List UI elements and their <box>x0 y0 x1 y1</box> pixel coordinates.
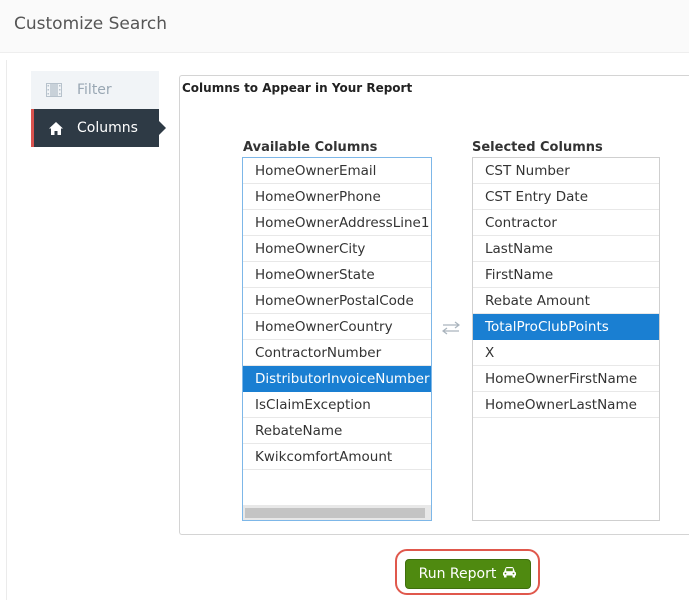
list-item[interactable]: CST Entry Date <box>473 184 659 210</box>
list-item[interactable]: ContractorNumber <box>243 340 431 366</box>
list-item-selected[interactable]: DistributorInvoiceNumber <box>243 366 431 392</box>
list-item[interactable]: IsClaimException <box>243 392 431 418</box>
panel-title: Columns to Appear in Your Report <box>182 81 413 95</box>
nav-item-label: Filter <box>77 82 112 98</box>
list-item[interactable]: LastName <box>473 236 659 262</box>
list-item[interactable]: CST Number <box>473 158 659 184</box>
list-item[interactable]: Rebate Amount <box>473 288 659 314</box>
list-item[interactable]: HomeOwnerPhone <box>243 184 431 210</box>
list-item[interactable]: HomeOwnerFirstName <box>473 366 659 392</box>
available-columns-list[interactable]: HomeOwnerEmail HomeOwnerPhone HomeOwnerA… <box>242 157 432 521</box>
selected-columns-label: Selected Columns <box>472 140 603 155</box>
home-icon <box>34 121 77 135</box>
nav-item-label: Columns <box>77 120 138 136</box>
car-icon <box>502 566 517 582</box>
list-item[interactable]: HomeOwnerState <box>243 262 431 288</box>
horizontal-scrollbar[interactable] <box>243 505 431 520</box>
list-item[interactable]: RebateName <box>243 418 431 444</box>
list-item[interactable]: HomeOwnerCity <box>243 236 431 262</box>
run-report-label: Run Report <box>418 566 497 582</box>
list-item[interactable]: X <box>473 340 659 366</box>
page-header: Customize Search <box>0 0 689 53</box>
scrollbar-thumb[interactable] <box>245 508 425 518</box>
list-item[interactable]: Contractor <box>473 210 659 236</box>
list-item-selected[interactable]: TotalProClubPoints <box>473 314 659 340</box>
list-item[interactable]: HomeOwnerPostalCode <box>243 288 431 314</box>
swap-arrows-icon[interactable] <box>440 320 462 335</box>
content-divider <box>6 60 7 600</box>
selected-columns-list[interactable]: CST Number CST Entry Date Contractor Las… <box>472 157 660 521</box>
list-item[interactable]: HomeOwnerCountry <box>243 314 431 340</box>
available-columns-label: Available Columns <box>243 140 378 155</box>
list-item[interactable]: FirstName <box>473 262 659 288</box>
page-title: Customize Search <box>14 14 168 34</box>
film-icon <box>31 83 77 97</box>
list-item[interactable]: HomeOwnerEmail <box>243 158 431 184</box>
run-report-button[interactable]: Run Report <box>405 559 531 589</box>
side-nav: Filter Columns <box>31 71 166 147</box>
list-item[interactable]: HomeOwnerLastName <box>473 392 659 418</box>
nav-item-filter[interactable]: Filter <box>31 71 159 109</box>
nav-item-columns[interactable]: Columns <box>31 109 166 147</box>
list-item[interactable]: KwikcomfortAmount <box>243 444 431 470</box>
list-item[interactable]: HomeOwnerAddressLine1 <box>243 210 431 236</box>
